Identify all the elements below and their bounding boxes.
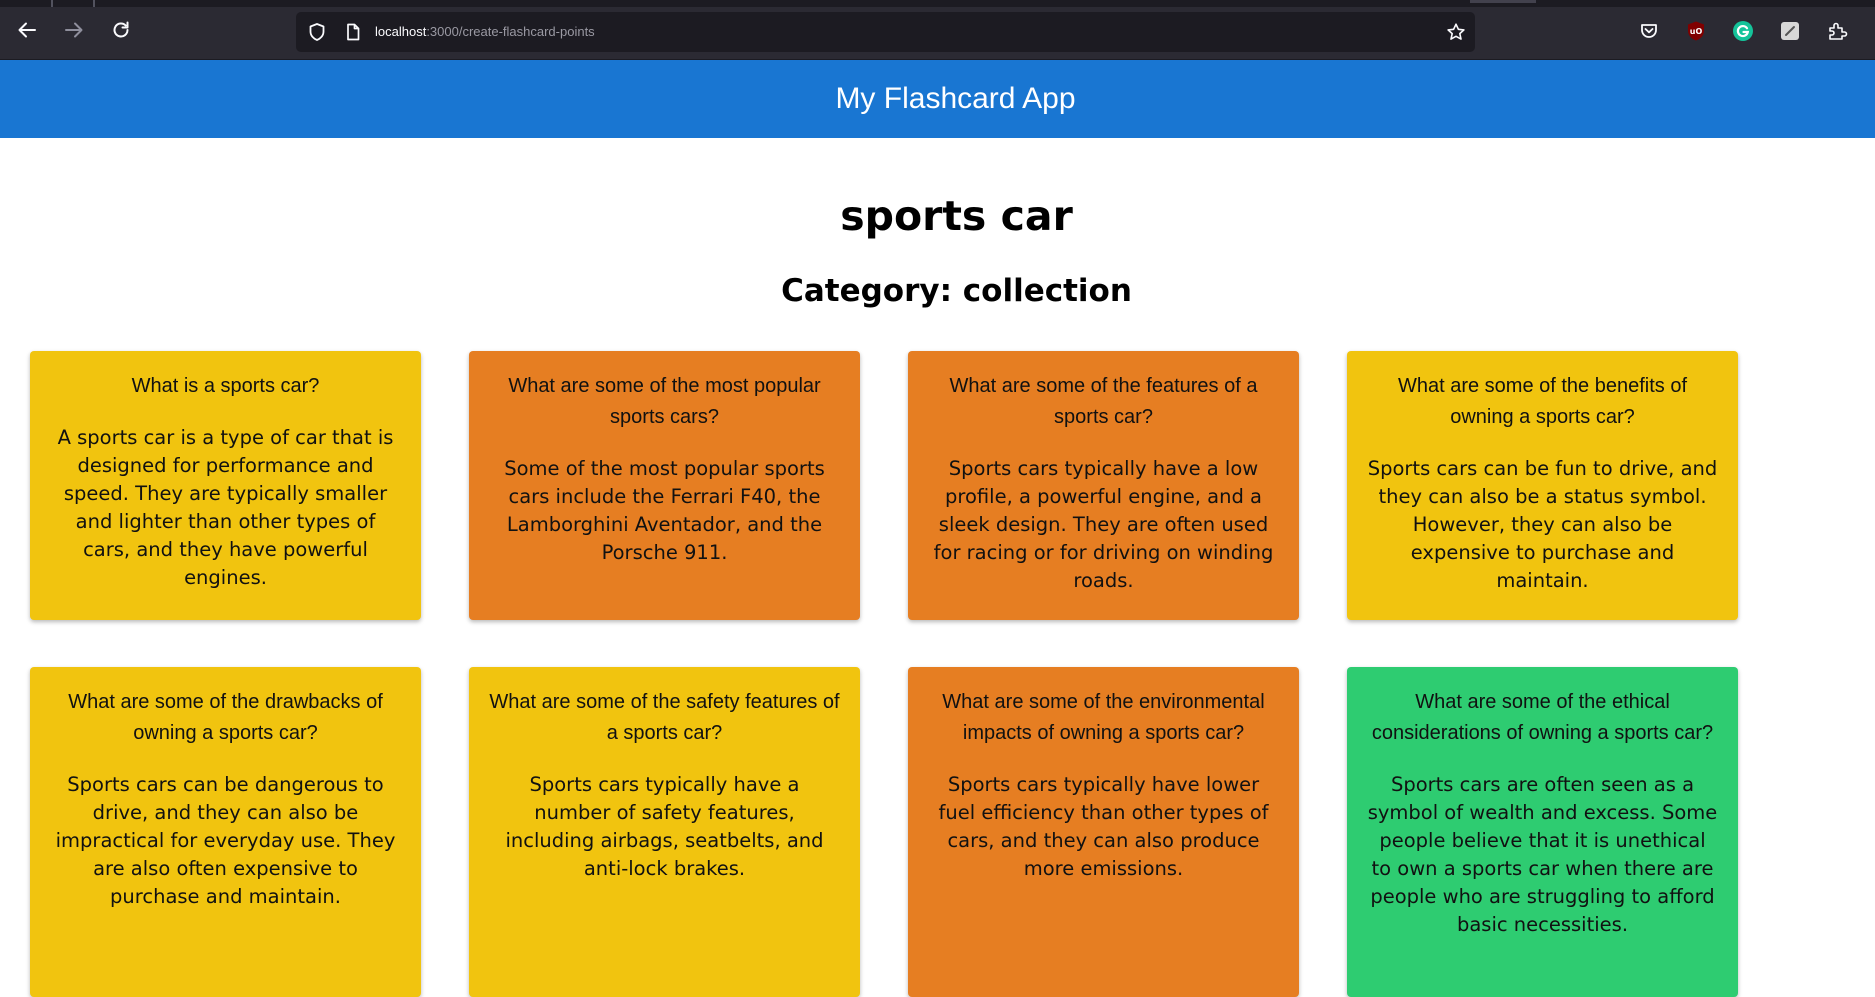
url-text[interactable]: localhost:3000/create-flashcard-points: [375, 23, 595, 41]
flashcard-question: What are some of the benefits of owning …: [1397, 375, 1688, 428]
flashcard-answer: Sports cars typically have lower fuel ef…: [938, 773, 1269, 880]
url-path: :3000/create-flashcard-points: [426, 24, 595, 39]
page-icon: [347, 23, 360, 41]
flashcard[interactable]: What are some of the benefits of owning …: [1347, 351, 1738, 620]
flashcard-question: What are some of the safety features of …: [489, 691, 840, 744]
flashcard[interactable]: What are some of the features of a sport…: [908, 351, 1299, 620]
flashcard[interactable]: What are some of the environmental impac…: [908, 667, 1299, 997]
svg-text:uO: uO: [1690, 27, 1703, 36]
forward-button[interactable]: [57, 13, 91, 47]
flashcard-set-category: Category: collection: [781, 273, 1132, 309]
puzzle-piece-icon: [1829, 22, 1848, 40]
flashcard-set-title: sports car: [840, 192, 1073, 240]
flashcard[interactable]: What are some of the safety features of …: [469, 667, 860, 997]
grammarly-icon: [1733, 21, 1753, 41]
flashcard[interactable]: What are some of the ethical considerati…: [1347, 667, 1738, 997]
reload-button[interactable]: [104, 13, 138, 47]
flashcard-question: What are some of the drawbacks of owning…: [68, 691, 383, 744]
flashcard-question: What are some of the ethical considerati…: [1371, 691, 1714, 744]
flashcard-answer: Sports cars are often seen as a symbol o…: [1367, 773, 1718, 936]
flashcard-question: What are some of the environmental impac…: [942, 691, 1265, 744]
grammarly-extension-button[interactable]: [1732, 20, 1754, 42]
notes-extension-icon: [1781, 22, 1799, 40]
flashcard-answer: Sports cars typically have a low profile…: [933, 457, 1274, 592]
flashcard[interactable]: What are some of the drawbacks of owning…: [30, 667, 421, 997]
flashcard-answer: Sports cars can be fun to drive, and the…: [1367, 457, 1718, 592]
browser-toolbar: localhost:3000/create-flashcard-points u…: [0, 0, 1875, 60]
flashcard-question: What are some of the features of a sport…: [949, 375, 1258, 428]
flashcard-answer: A sports car is a type of car that is de…: [57, 426, 394, 589]
back-button[interactable]: [10, 13, 44, 47]
address-bar[interactable]: localhost:3000/create-flashcard-points: [296, 12, 1475, 52]
tab-divider: [93, 0, 95, 7]
tab-divider: [51, 0, 53, 7]
ublock-extension-button[interactable]: uO: [1685, 20, 1707, 42]
extension-button[interactable]: [1779, 20, 1801, 42]
flashcard-question: What are some of the most popular sports…: [508, 375, 821, 428]
url-host: localhost: [375, 24, 427, 39]
flashcard-answer: Sports cars typically have a number of s…: [505, 773, 824, 880]
arrow-left-icon: [18, 22, 36, 38]
flashcard[interactable]: What is a sports car? A sports car is a …: [30, 351, 421, 620]
tab-strip: [0, 0, 1875, 7]
flashcard-answer: Sports cars can be dangerous to drive, a…: [55, 773, 396, 908]
bookmark-star-icon[interactable]: [1446, 22, 1466, 42]
ublock-icon: uO: [1688, 21, 1704, 41]
app-title: My Flashcard App: [835, 82, 1076, 115]
pocket-button[interactable]: [1638, 20, 1660, 42]
flashcard-answer: Some of the most popular sports cars inc…: [504, 457, 825, 564]
app-header: My Flashcard App: [0, 60, 1875, 138]
flashcard-grid: What is a sports car? A sports car is a …: [30, 351, 1738, 997]
extensions-menu-button[interactable]: [1826, 20, 1848, 42]
pocket-icon: [1641, 24, 1657, 38]
flashcard[interactable]: What are some of the most popular sports…: [469, 351, 860, 620]
tab-indicator: [1470, 0, 1536, 3]
reload-icon: [113, 21, 129, 38]
shield-icon[interactable]: [307, 22, 327, 42]
arrow-right-icon: [65, 22, 83, 38]
flashcard-question: What is a sports car?: [131, 375, 320, 397]
